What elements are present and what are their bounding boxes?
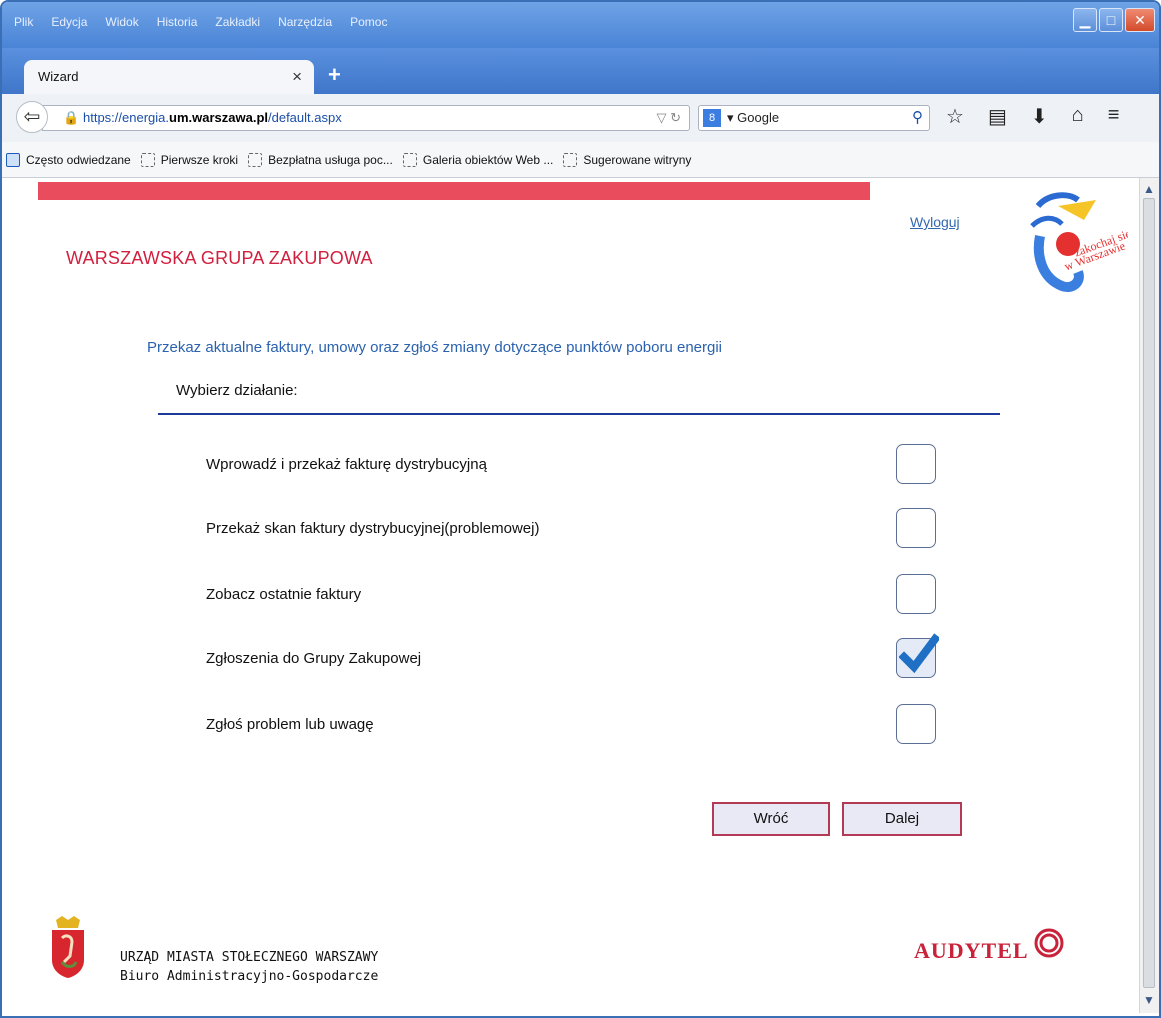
menu-bar: Plik Edycja Widok Historia Zakładki Narz…: [2, 2, 1159, 48]
star-icon[interactable]: ☆: [946, 104, 964, 129]
url-subdomain: energia.: [122, 110, 170, 125]
audytel-swirl-icon: [1034, 928, 1064, 958]
close-window-button[interactable]: ✕: [1125, 8, 1155, 32]
bookmark-folder-icon: [6, 152, 20, 167]
warsaw-coat-of-arms-icon: [52, 916, 84, 978]
menu-file[interactable]: Plik: [14, 15, 33, 29]
menu-view[interactable]: Widok: [105, 15, 138, 29]
menu-help[interactable]: Pomoc: [350, 15, 387, 29]
option-checkbox[interactable]: [896, 574, 936, 614]
search-engine-label: ▾ Google: [727, 110, 780, 125]
page-content: Wyloguj zakochaj się w Warszawie WARSZAW…: [10, 178, 1142, 1013]
page-subtitle: Przekaz aktualne faktury, umowy oraz zgł…: [147, 339, 723, 356]
download-icon[interactable]: ⬇: [1031, 104, 1048, 129]
bookmark-suggested-sites[interactable]: Sugerowane witryny: [563, 152, 692, 167]
option-label: Zgłoszenia do Grupy Zakupowej: [206, 650, 422, 667]
header-red-bar: [38, 182, 870, 200]
search-icon[interactable]: ⚲: [912, 106, 923, 130]
footer-org: URZĄD MIASTA STOŁECZNEGO WARSZAWY Biuro …: [120, 948, 378, 986]
bookmark-label: Często odwiedzane: [26, 152, 131, 167]
navigation-bar: 🔒 https://energia.um.warszawa.pl/default…: [2, 94, 1159, 143]
option-label: Zobacz ostatnie faktury: [206, 586, 362, 603]
search-box[interactable]: 8 ▾ Google ⚲: [698, 105, 930, 131]
footer-line-2: Biuro Administracyjno-Gospodarcze: [120, 969, 379, 984]
google-icon: 8: [703, 109, 721, 127]
url-scheme: https://: [83, 110, 123, 125]
bookmark-free-service[interactable]: Bezpłatna usługa poc...: [248, 152, 393, 167]
browser-window: Plik Edycja Widok Historia Zakładki Narz…: [0, 0, 1161, 1018]
bookmark-label: Pierwsze kroki: [160, 152, 239, 167]
tab-strip: Wizard × +: [2, 48, 1159, 94]
back-button[interactable]: ⇦: [16, 101, 48, 133]
audytel-logo: AUDYTEL: [914, 928, 1064, 964]
back-page-button[interactable]: Wróć: [712, 802, 830, 836]
menu-tools[interactable]: Narzędzia: [278, 15, 332, 29]
scroll-thumb[interactable]: [1143, 198, 1155, 988]
toolbar-icons: ☆ ▤ ⬇ ⌂ ≡: [946, 104, 1119, 129]
bookmark-web-gallery[interactable]: Galeria obiektów Web ...: [402, 152, 554, 167]
option-row: Zobacz ostatnie faktury: [206, 574, 966, 618]
bookmark-page-icon: [563, 152, 578, 167]
url-path: /default.aspx: [268, 110, 342, 125]
minimize-button[interactable]: ▁: [1073, 8, 1097, 32]
option-label: Wprowadź i przekaż fakturę dystrybucyjną: [206, 456, 487, 473]
scroll-down-icon[interactable]: ▼: [1142, 993, 1156, 1007]
address-bar[interactable]: 🔒 https://energia.um.warszawa.pl/default…: [42, 105, 690, 131]
window-controls: ▁ □ ✕: [1073, 8, 1155, 32]
bookmark-often-visited[interactable]: Często odwiedzane: [6, 152, 131, 167]
bookmark-label: Galeria obiektów Web ...: [422, 152, 554, 167]
bookmark-label: Sugerowane witryny: [583, 152, 692, 167]
menu-items: Plik Edycja Widok Historia Zakładki Narz…: [14, 15, 387, 29]
option-label: Przekaż skan faktury dystrybucyjnej(prob…: [206, 520, 540, 537]
new-tab-button[interactable]: +: [328, 62, 341, 88]
option-checkbox[interactable]: [896, 508, 936, 548]
scroll-up-icon[interactable]: ▲: [1142, 182, 1156, 196]
home-icon[interactable]: ⌂: [1072, 104, 1084, 129]
audytel-text: AUDYTEL: [914, 938, 1029, 963]
org-title: WARSZAWSKA GRUPA ZAKUPOWA: [66, 248, 373, 268]
bookmark-first-steps[interactable]: Pierwsze kroki: [140, 152, 239, 167]
maximize-button[interactable]: □: [1099, 8, 1123, 32]
option-row: Zgłoszenia do Grupy Zakupowej: [206, 633, 966, 682]
option-row: Wprowadź i przekaż fakturę dystrybucyjną: [206, 444, 966, 488]
search-engine-name: Google: [737, 110, 780, 125]
choose-action-label: Wybierz działanie:: [176, 382, 298, 399]
bookmark-page-icon: [140, 152, 155, 167]
tab-title: Wizard: [38, 69, 79, 84]
option-checkbox[interactable]: [896, 444, 936, 484]
footer-line-1: URZĄD MIASTA STOŁECZNEGO WARSZAWY: [120, 950, 379, 965]
reload-icon[interactable]: ▽ ↻: [656, 106, 681, 130]
zakochaj-sie-w-warszawie-logo: zakochaj się w Warszawie: [1030, 192, 1128, 292]
option-label: Zgłoś problem lub uwagę: [206, 716, 374, 733]
tab-close-icon[interactable]: ×: [292, 67, 302, 87]
next-button[interactable]: Dalej: [842, 802, 962, 836]
bookmark-page-icon: [402, 152, 417, 167]
checkmark-icon: [899, 633, 939, 674]
menu-bookmarks[interactable]: Zakładki: [215, 15, 260, 29]
option-checkbox-checked[interactable]: [896, 633, 939, 678]
menu-icon[interactable]: ≡: [1108, 104, 1120, 129]
vertical-scrollbar[interactable]: ▲ ▼: [1139, 178, 1159, 1013]
menu-history[interactable]: Historia: [157, 15, 198, 29]
bookmarks-bar: Często odwiedzane Pierwsze kroki Bezpłat…: [2, 142, 1159, 178]
tab-wizard[interactable]: Wizard ×: [24, 60, 314, 94]
option-checkbox[interactable]: [896, 704, 936, 744]
menu-edit[interactable]: Edycja: [51, 15, 87, 29]
lock-icon: 🔒: [63, 110, 80, 125]
url-host: um.warszawa.pl: [169, 110, 268, 125]
option-row: Przekaż skan faktury dystrybucyjnej(prob…: [206, 508, 966, 552]
reading-list-icon[interactable]: ▤: [988, 104, 1007, 129]
divider: [158, 413, 1000, 415]
option-row: Zgłoś problem lub uwagę: [206, 704, 966, 748]
bookmark-label: Bezpłatna usługa poc...: [268, 152, 393, 167]
url-text: https://energia.um.warszawa.pl/default.a…: [83, 106, 342, 130]
bookmark-page-icon: [248, 152, 263, 167]
logout-link[interactable]: Wyloguj: [910, 214, 960, 230]
